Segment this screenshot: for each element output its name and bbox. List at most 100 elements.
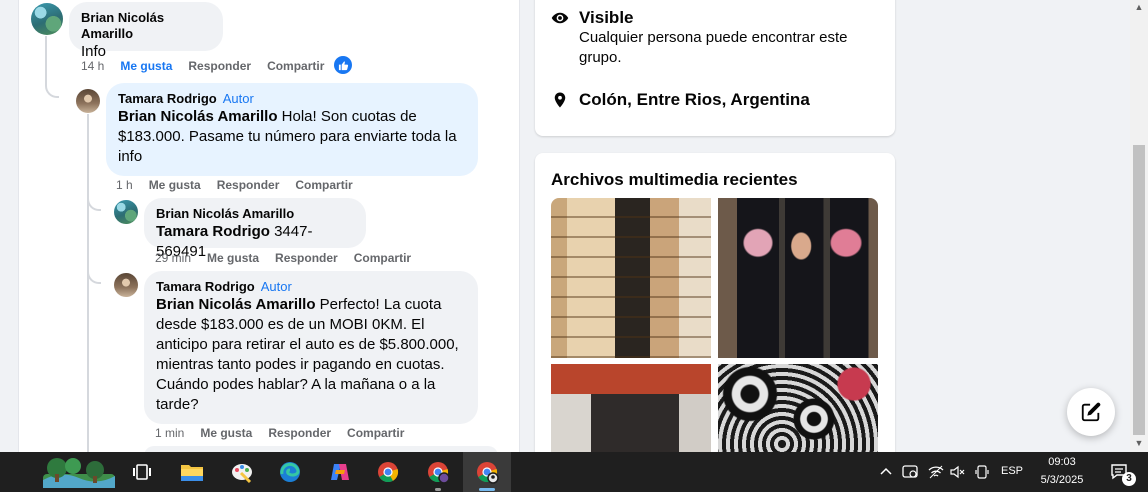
location-text[interactable]: Colón, Entre Rios, Argentina <box>579 90 810 110</box>
tray-app-button[interactable] <box>900 452 920 492</box>
mute-icon <box>950 465 965 479</box>
wifi-button[interactable] <box>926 452 946 492</box>
media-thumbnail[interactable] <box>718 198 878 358</box>
comment-feed: Brian Nicolás Amarillo Info 14 h Me gust… <box>18 0 520 452</box>
paint-app-button[interactable] <box>222 452 262 492</box>
paint-palette-icon <box>232 464 252 484</box>
taskbar: ESP 09:03 5/3/2025 3 <box>0 452 1148 492</box>
comment-bubble: Brian Nicolás Amarillo Info <box>69 2 223 60</box>
task-view-button[interactable] <box>124 452 160 492</box>
media-thumbnail[interactable] <box>551 364 711 464</box>
author-badge: Autor <box>260 279 292 294</box>
copilot-button[interactable] <box>320 452 360 492</box>
share-button[interactable]: Compartir <box>295 178 352 192</box>
clock-time[interactable]: 09:03 <box>1036 456 1088 468</box>
thread-line <box>87 114 89 452</box>
scrollbar-thumb[interactable] <box>1133 145 1145 435</box>
eye-icon <box>551 12 569 24</box>
chrome-button[interactable] <box>368 452 408 492</box>
like-button[interactable]: Me gusta <box>149 178 201 192</box>
compose-icon <box>1081 402 1101 422</box>
chrome-active-window-button[interactable] <box>463 452 511 492</box>
thread-curve <box>45 84 59 98</box>
comment-mention[interactable]: Brian Nicolás Amarillo <box>156 296 316 313</box>
comment-actions: 1 min Me gusta Responder Compartir <box>155 426 404 440</box>
edge-icon <box>280 462 300 482</box>
notifications-button[interactable]: 3 <box>1100 452 1140 492</box>
copilot-icon <box>331 464 349 480</box>
chrome-profile-button[interactable] <box>416 452 460 492</box>
comment-author: Tamara Rodrigo Autor <box>156 279 466 295</box>
avatar[interactable] <box>114 273 138 297</box>
about-card: Visible Cualquier persona puede encontra… <box>535 0 895 136</box>
visibility-row: Visible Cualquier persona puede encontra… <box>551 8 879 68</box>
edge-button[interactable] <box>270 452 310 492</box>
comment-author-name[interactable]: Tamara Rodrigo <box>156 279 255 294</box>
comment-time[interactable]: 29 min <box>155 251 191 265</box>
reply-button[interactable]: Responder <box>217 178 280 192</box>
comment-time[interactable]: 1 min <box>155 426 184 440</box>
reply-button[interactable]: Responder <box>188 59 251 73</box>
comment-author[interactable]: Brian Nicolás Amarillo <box>156 206 354 222</box>
like-button[interactable]: Me gusta <box>207 251 259 265</box>
file-explorer-button[interactable] <box>172 452 212 492</box>
comment-body: Perfecto! La cuota desde $183.000 es de … <box>156 296 459 413</box>
share-button[interactable]: Compartir <box>347 426 404 440</box>
notification-count-badge: 3 <box>1122 472 1136 486</box>
tray-app-icon <box>902 465 918 478</box>
comment-mention[interactable]: Brian Nicolás Amarillo <box>118 108 278 125</box>
avatar[interactable] <box>76 89 100 113</box>
device-icon <box>975 465 989 479</box>
comment-bubble: Tamara Rodrigo Autor Brian Nicolás Amaril… <box>106 83 478 176</box>
compose-button[interactable] <box>1067 388 1115 436</box>
comment-text: Brian Nicolás Amarillo Perfecto! La cuot… <box>156 295 466 415</box>
comment-actions: 1 h Me gusta Responder Compartir <box>116 178 353 192</box>
wifi-icon <box>928 465 944 479</box>
avatar[interactable] <box>114 200 138 224</box>
comment-actions: 29 min Me gusta Responder Compartir <box>155 251 411 265</box>
scroll-down-arrow[interactable]: ▼ <box>1134 438 1144 448</box>
comment-mention[interactable]: Tamara Rodrigo <box>156 223 270 240</box>
comment-text: Brian Nicolás Amarillo Hola! Son cuotas … <box>118 107 466 167</box>
comment-author-name[interactable]: Tamara Rodrigo <box>118 91 217 106</box>
reply-button[interactable]: Responder <box>275 251 338 265</box>
comment-bubble: Brian Nicolás Amarillo Tamara Rodrigo 34… <box>144 198 366 260</box>
visibility-desc: Cualquier persona puede encontrar este g… <box>579 29 848 66</box>
volume-button[interactable] <box>948 452 968 492</box>
chevron-up-icon <box>880 467 892 475</box>
like-button[interactable]: Me gusta <box>120 59 172 73</box>
location-row: Colón, Entre Rios, Argentina <box>551 90 810 110</box>
reply-button[interactable]: Responder <box>268 426 331 440</box>
chrome-icon <box>378 462 399 483</box>
chrome-profile-icon <box>477 462 499 484</box>
location-pin-icon <box>554 92 566 108</box>
comment-time[interactable]: 14 h <box>81 59 104 73</box>
media-title[interactable]: Archivos multimedia recientes <box>551 170 798 190</box>
avatar[interactable] <box>31 3 63 35</box>
file-explorer-icon <box>181 465 203 481</box>
comment-author[interactable]: Brian Nicolás Amarillo <box>81 10 211 42</box>
visibility-title: Visible <box>579 8 634 27</box>
widgets-button[interactable] <box>40 452 118 492</box>
thread-curve <box>87 270 101 284</box>
like-button[interactable]: Me gusta <box>200 426 252 440</box>
like-thumb-icon <box>334 56 352 74</box>
widgets-landscape-icon <box>43 458 115 488</box>
share-button[interactable]: Compartir <box>354 251 411 265</box>
thread-curve <box>87 197 101 211</box>
thread-line <box>45 36 47 86</box>
share-button[interactable]: Compartir <box>267 59 324 73</box>
media-thumbnail[interactable] <box>551 198 711 358</box>
comment-author: Tamara Rodrigo Autor <box>118 91 466 107</box>
author-badge: Autor <box>222 91 254 106</box>
media-thumbnail[interactable] <box>718 364 878 464</box>
language-indicator[interactable]: ESP <box>998 465 1026 477</box>
battery-button[interactable] <box>972 452 992 492</box>
clock-date[interactable]: 5/3/2025 <box>1030 474 1094 486</box>
tray-overflow-button[interactable] <box>876 452 896 492</box>
comment-bubble: Tamara Rodrigo Autor Brian Nicolás Amaril… <box>144 271 478 424</box>
scroll-up-arrow[interactable]: ▲ <box>1134 2 1144 12</box>
media-card: Archivos multimedia recientes <box>535 153 895 473</box>
chrome-profile-icon <box>428 462 450 484</box>
comment-time[interactable]: 1 h <box>116 178 133 192</box>
